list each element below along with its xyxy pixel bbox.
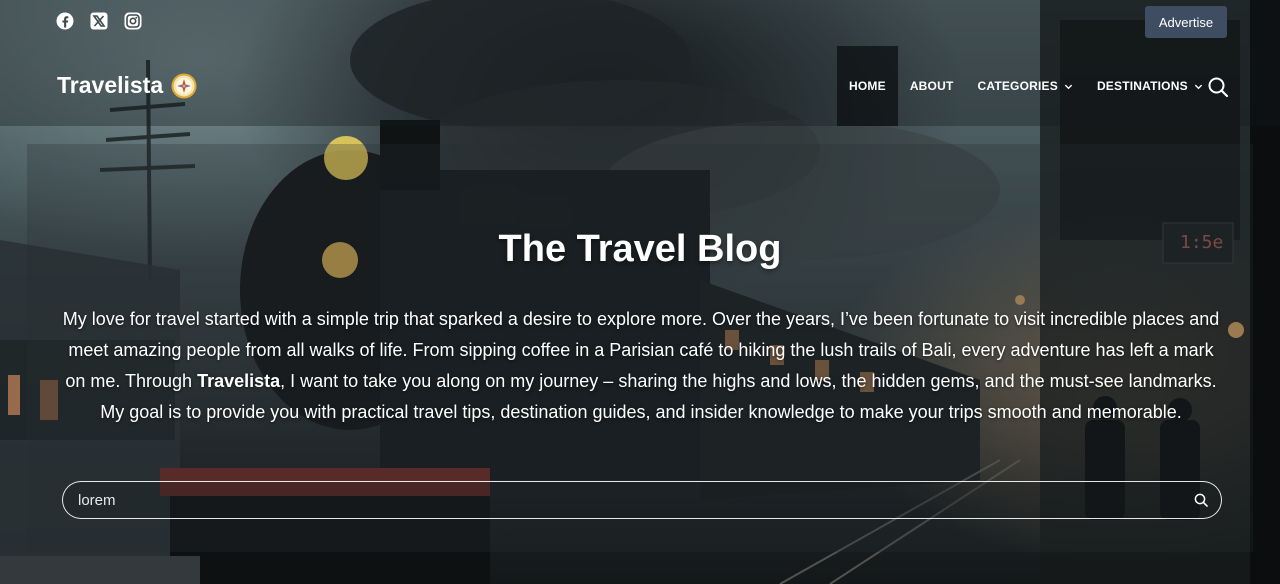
nav-item-destinations[interactable]: DESTINATIONS xyxy=(1085,46,1215,126)
social-links xyxy=(56,12,142,30)
facebook-icon[interactable] xyxy=(56,12,74,30)
nav-item-home[interactable]: HOME xyxy=(837,46,898,126)
x-twitter-icon[interactable] xyxy=(90,12,108,30)
compass-icon xyxy=(171,73,197,98)
search-input[interactable] xyxy=(63,482,1181,518)
chevron-down-icon xyxy=(1064,84,1073,89)
search-icon[interactable] xyxy=(1207,76,1229,98)
chevron-down-icon xyxy=(1194,84,1202,89)
nav-item-categories[interactable]: CATEGORIES xyxy=(965,46,1084,126)
hero-title: The Travel Blog xyxy=(498,228,782,270)
nav-item-label: ABOUT xyxy=(909,79,954,93)
nav-item-label: CATEGORIES xyxy=(977,79,1058,93)
site-brand[interactable]: Travelista xyxy=(57,72,197,99)
search-submit-button[interactable] xyxy=(1181,482,1221,518)
nav-item-label: DESTINATIONS xyxy=(1096,79,1188,93)
search-icon xyxy=(1194,493,1208,507)
hero-search-bar xyxy=(62,481,1222,519)
advertise-button[interactable]: Advertise xyxy=(1145,6,1227,38)
site-title[interactable]: Travelista xyxy=(57,72,163,99)
hero-text-brand: Travelista xyxy=(197,371,281,391)
nav-item-label: HOME xyxy=(849,79,886,93)
nav-item-about[interactable]: ABOUT xyxy=(898,46,966,126)
instagram-icon[interactable] xyxy=(124,12,142,30)
hero-intro-text: My love for travel started with a simple… xyxy=(56,304,1226,428)
main-nav: HOME ABOUT CATEGORIES DESTINATIONS xyxy=(837,46,1215,126)
